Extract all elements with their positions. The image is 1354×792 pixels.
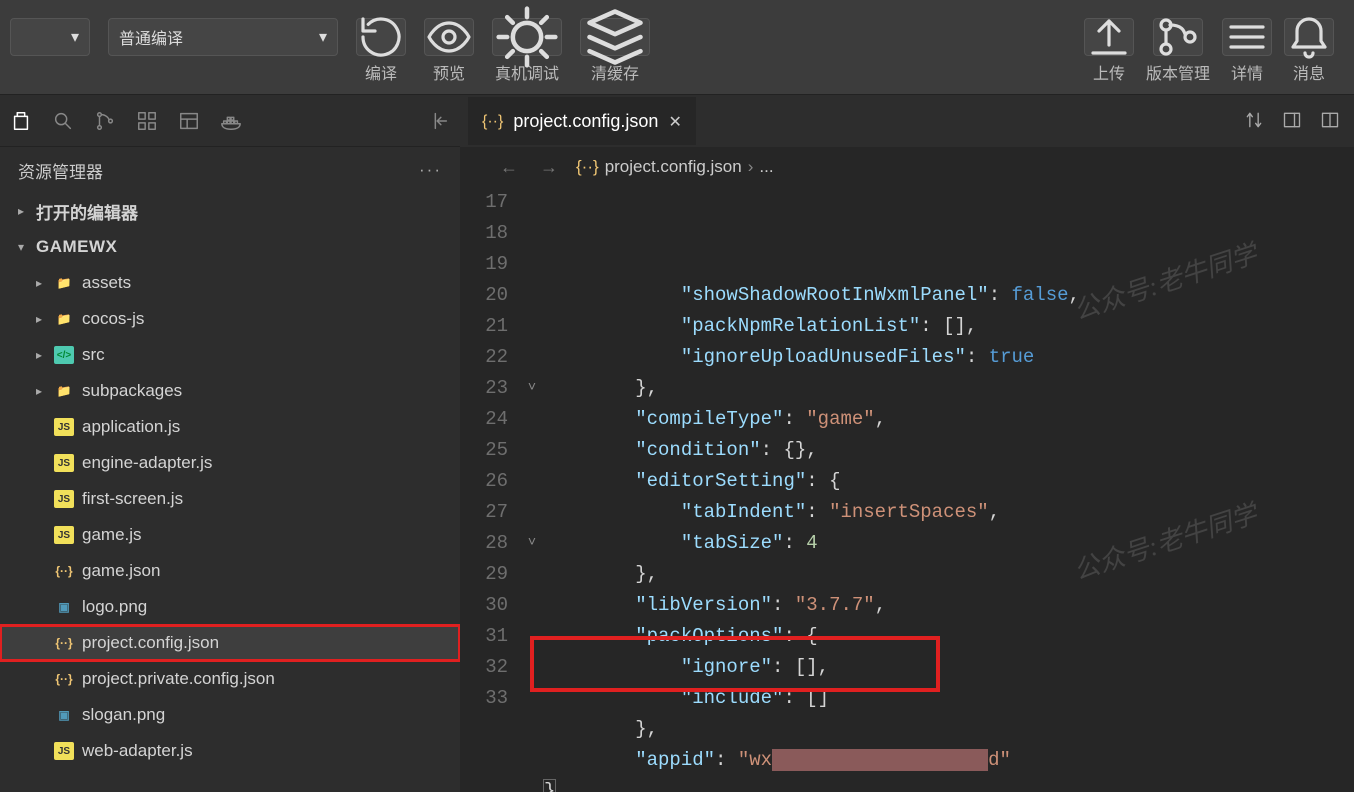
tree-item-first-screen-js[interactable]: JSfirst-screen.js [0, 481, 460, 517]
tree-arrow-icon [32, 348, 46, 362]
messages-label: 消息 [1293, 60, 1325, 84]
json-file-icon: {··} [576, 157, 599, 177]
tree-item-engine-adapter-js[interactable]: JSengine-adapter.js [0, 445, 460, 481]
tree-item-subpackages[interactable]: 📁subpackages [0, 373, 460, 409]
file-tree: 打开的编辑器 GAMEWX 📁assets📁cocos-js</>src📁sub… [0, 193, 460, 792]
project-name: GAMEWX [36, 237, 117, 257]
chevron-right-icon: › [748, 157, 754, 177]
tree-item-game-js[interactable]: JSgame.js [0, 517, 460, 553]
tree-item-label: src [82, 345, 105, 365]
compile-mode-select[interactable]: 普通编译 ▾ [108, 18, 338, 56]
version-label: 版本管理 [1146, 60, 1210, 84]
details-button[interactable] [1222, 18, 1272, 56]
details-label: 详情 [1231, 60, 1263, 84]
search-icon[interactable] [52, 110, 74, 132]
tree-item-label: web-adapter.js [82, 741, 193, 761]
tab-title: project.config.json [513, 111, 658, 132]
chevron-down-icon: ▾ [319, 27, 327, 47]
activity-bar [0, 95, 460, 147]
tree-arrow-icon [32, 384, 46, 398]
nav-back-icon[interactable]: ← [496, 157, 522, 178]
compare-icon[interactable] [1244, 110, 1264, 133]
tree-item-assets[interactable]: 📁assets [0, 265, 460, 301]
compile-label: 编译 [365, 60, 397, 84]
tree-item-game-json[interactable]: {··}game.json [0, 553, 460, 589]
close-tab-icon[interactable]: ✕ [668, 112, 681, 132]
tree-item-src[interactable]: </>src [0, 337, 460, 373]
tree-item-label: logo.png [82, 597, 147, 617]
messages-button[interactable] [1284, 18, 1334, 56]
real-device-label: 真机调试 [495, 60, 559, 84]
tree-item-label: application.js [82, 417, 180, 437]
tree-item-project-private-config-json[interactable]: {··}project.private.config.json [0, 661, 460, 697]
docker-icon[interactable] [220, 110, 242, 132]
tree-item-label: assets [82, 273, 131, 293]
version-button[interactable] [1153, 18, 1203, 56]
tree-item-web-adapter-js[interactable]: JSweb-adapter.js [0, 733, 460, 769]
tree-item-logo-png[interactable]: ▣logo.png [0, 589, 460, 625]
project-root[interactable]: GAMEWX [0, 229, 460, 265]
clear-cache-label: 清缓存 [591, 60, 639, 84]
tree-arrow-icon [32, 276, 46, 290]
compile-button[interactable] [356, 18, 406, 56]
tab-project-config[interactable]: {··} project.config.json ✕ [468, 97, 696, 145]
split-right-icon[interactable] [1282, 110, 1302, 133]
layout-toggle-icon[interactable] [1320, 110, 1340, 133]
tree-item-project-config-json[interactable]: {··}project.config.json [0, 625, 460, 661]
tree-item-label: engine-adapter.js [82, 453, 212, 473]
extensions-icon[interactable] [136, 110, 158, 132]
mode-dropdown[interactable]: ▾ [10, 18, 90, 56]
json-file-icon: {··} [482, 113, 503, 131]
real-device-button[interactable] [492, 18, 562, 56]
tree-item-label: first-screen.js [82, 489, 183, 509]
tab-bar: {··} project.config.json ✕ [460, 95, 1354, 147]
toolbar-left: ▾ 普通编译 ▾ 编译 预览 真机调试 清缓存 [10, 18, 650, 84]
preview-label: 预览 [433, 60, 465, 84]
toolbar-right: 上传 版本管理 详情 消息 [1084, 18, 1334, 84]
chevron-down-icon [14, 240, 28, 254]
open-editors-label: 打开的编辑器 [36, 199, 138, 224]
open-editors-section[interactable]: 打开的编辑器 [0, 193, 460, 229]
tree-item-label: subpackages [82, 381, 182, 401]
compile-mode-label: 普通编译 [119, 25, 183, 49]
sidebar-more-icon[interactable]: ··· [419, 160, 442, 180]
tree-item-label: project.config.json [82, 633, 219, 653]
preview-button[interactable] [424, 18, 474, 56]
sidebar-title: 资源管理器 [18, 158, 103, 183]
nav-forward-icon[interactable]: → [536, 157, 562, 178]
breadcrumb: ← → {··} project.config.json › ... [460, 147, 1354, 187]
tree-item-cocos-js[interactable]: 📁cocos-js [0, 301, 460, 337]
tree-item-application-js[interactable]: JSapplication.js [0, 409, 460, 445]
tree-item-label: project.private.config.json [82, 669, 275, 689]
tree-arrow-icon [32, 312, 46, 326]
clear-cache-button[interactable] [580, 18, 650, 56]
top-toolbar: ▾ 普通编译 ▾ 编译 预览 真机调试 清缓存 上传 版本管理 [0, 0, 1354, 95]
collapse-sidebar-icon[interactable] [428, 110, 450, 132]
sidebar: 资源管理器 ··· 打开的编辑器 GAMEWX 📁assets📁cocos-js… [0, 95, 460, 792]
explorer-icon[interactable] [10, 110, 32, 132]
tree-item-label: game.js [82, 525, 142, 545]
tree-item-slogan-png[interactable]: ▣slogan.png [0, 697, 460, 733]
breadcrumb-file[interactable]: {··} project.config.json › ... [576, 157, 774, 177]
editor: {··} project.config.json ✕ ← → {··} proj… [460, 95, 1354, 792]
chevron-right-icon [14, 204, 28, 218]
sidebar-header: 资源管理器 ··· [0, 147, 460, 193]
layout-icon[interactable] [178, 110, 200, 132]
upload-label: 上传 [1093, 60, 1125, 84]
source-control-icon[interactable] [94, 110, 116, 132]
tree-item-label: game.json [82, 561, 160, 581]
upload-button[interactable] [1084, 18, 1134, 56]
code-editor[interactable]: 1718192021222324252627282930313233 ˅˅ "s… [460, 187, 1354, 792]
tree-item-label: slogan.png [82, 705, 165, 725]
tree-item-label: cocos-js [82, 309, 144, 329]
